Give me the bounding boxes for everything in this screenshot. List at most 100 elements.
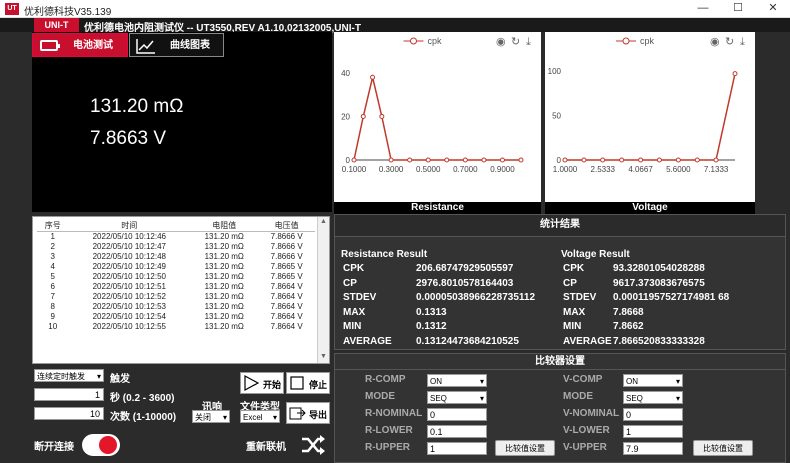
voltage-stat-value: 0.00011957527174981 68	[613, 292, 730, 303]
v-comp-label: V-COMP	[563, 374, 603, 385]
table-row[interactable]: 5 2022/05/10 10:12:50 131.20 mΩ 7.8665 V	[37, 272, 315, 282]
data-point	[425, 157, 431, 163]
table-row[interactable]: 3 2022/05/10 10:12:48 131.20 mΩ 7.8666 V	[37, 252, 315, 262]
table-cell: 2022/05/10 10:12:46	[92, 232, 166, 241]
table-cell: 5	[50, 272, 55, 281]
v-mode-select[interactable]: SEQ	[623, 391, 683, 405]
table-header-cell: 序号	[37, 221, 69, 232]
data-point	[675, 157, 681, 163]
table-row[interactable]: 9 2022/05/10 10:12:54 131.20 mΩ 7.8664 V	[37, 312, 315, 322]
r-compare-set-button[interactable]: 比较值设置	[495, 440, 555, 456]
measurement-table[interactable]: 序号 时间 电阻值 电压值 1 2022/05/10 10:12:46 131.20 mΩ…	[32, 216, 330, 364]
beep-select[interactable]: 关闭	[192, 410, 230, 424]
connection-bar: 断开连接 重新联机	[32, 430, 332, 463]
tab-battery-test[interactable]: 电池测试	[32, 33, 128, 57]
eye-icon[interactable]: ◉	[710, 36, 720, 48]
voltage-stat-value: 93.32801054028288	[613, 263, 705, 274]
table-cell: 7.8664 V	[270, 292, 303, 301]
voltage-stat-label: MAX	[563, 306, 586, 318]
window-title: 优利德科技V35.139	[24, 7, 112, 18]
voltage-reading: 7.8663 V	[90, 128, 167, 149]
resistance-stat-label: CPK	[343, 263, 365, 274]
legend-marker	[410, 37, 417, 45]
table-row[interactable]: 8 2022/05/10 10:12:53 131.20 mΩ 7.8664 V	[37, 302, 315, 312]
refresh-icon[interactable]: ↻	[511, 36, 520, 48]
table-cell: 9	[50, 312, 55, 321]
shuffle-reconnect-icon[interactable]	[300, 433, 326, 457]
series-line	[565, 73, 736, 161]
v-compare-set-button[interactable]: 比较值设置	[693, 440, 753, 456]
interval-input[interactable]: 1	[34, 388, 104, 401]
table-cell: 2022/05/10 10:12:50	[92, 272, 166, 281]
table-row[interactable]: 2 2022/05/10 10:12:47 131.20 mΩ 7.8666 V	[37, 242, 315, 252]
scroll-up-icon[interactable]: ▲	[320, 218, 327, 225]
table-header-cell: 电压值	[258, 221, 315, 232]
x-tick-label: 0.5000	[416, 165, 441, 174]
maximize-button[interactable]: ☐	[725, 0, 751, 18]
data-point	[379, 113, 385, 119]
count-input[interactable]: 10	[34, 407, 104, 420]
v-lower-input[interactable]: 1	[623, 425, 683, 438]
tab-curve-chart[interactable]: 曲线图表	[129, 33, 224, 57]
table-row[interactable]: 1 2022/05/10 10:12:46 131.20 mΩ 7.8666 V	[37, 232, 315, 243]
resistance-stat-value: 0.13124473684210525	[416, 335, 519, 347]
scroll-down-icon[interactable]: ▼	[320, 353, 327, 360]
start-label: 开始	[263, 380, 282, 390]
minimize-button[interactable]: —	[690, 0, 716, 18]
r-mode-label: MODE	[365, 391, 395, 402]
start-button[interactable]: 开始	[240, 372, 284, 394]
voltage-chart: cpk ◉ ↻ ⤓ 0 50 100 1.0000 2.5333 4.0667 5.6000 7.13…	[545, 32, 755, 202]
data-point	[694, 157, 700, 163]
data-point	[713, 157, 719, 163]
data-point	[351, 157, 357, 163]
r-nominal-input[interactable]: 0	[427, 408, 487, 421]
v-upper-input[interactable]: 7.9	[623, 442, 683, 455]
table-row[interactable]: 6 2022/05/10 10:12:51 131.20 mΩ 7.8664 V	[37, 282, 315, 292]
export-icon	[289, 407, 306, 420]
trigger-mode-select[interactable]: 连续定时触发	[34, 369, 104, 383]
r-upper-label: R-UPPER	[365, 442, 411, 453]
v-upper-label: V-UPPER	[563, 442, 607, 453]
resistance-stat-value: 0.1312	[416, 321, 447, 332]
table-row[interactable]: 7 2022/05/10 10:12:52 131.20 mΩ 7.8664 V	[37, 292, 315, 302]
close-button[interactable]: ✕	[760, 0, 786, 18]
table-cell: 7.8664 V	[270, 312, 303, 321]
table-cell: 131.20 mΩ	[204, 302, 244, 311]
v-nominal-input[interactable]: 0	[623, 408, 683, 421]
filetype-select[interactable]: Excel	[240, 410, 280, 424]
download-icon[interactable]: ⤓	[526, 36, 531, 48]
x-tick-label: 4.0667	[628, 165, 653, 174]
v-comp-select[interactable]: ON	[623, 374, 683, 388]
x-tick-label: 1.0000	[553, 165, 578, 174]
legend-marker	[622, 37, 630, 45]
tab-label: 电池测试	[73, 40, 113, 51]
x-tick-label: 7.1333	[704, 165, 729, 174]
r-upper-input[interactable]: 1	[427, 442, 487, 455]
table-cell: 131.20 mΩ	[204, 232, 244, 241]
r-lower-input[interactable]: 0.1	[427, 425, 487, 438]
connection-toggle[interactable]	[82, 434, 120, 456]
table-row[interactable]: 4 2022/05/10 10:12:49 131.20 mΩ 7.8665 V	[37, 262, 315, 272]
download-icon[interactable]: ⤓	[740, 36, 745, 48]
x-tick-label: 0.1000	[342, 165, 367, 174]
table-row[interactable]: 10 2022/05/10 10:12:55 131.20 mΩ 7.8664 V	[37, 322, 315, 332]
r-mode-select[interactable]: SEQ	[427, 391, 487, 405]
stop-icon	[290, 376, 304, 390]
table-cell: 2022/05/10 10:12:54	[92, 312, 166, 321]
data-point	[518, 157, 524, 163]
table-scrollbar[interactable]: ▲ ▼	[317, 217, 329, 363]
stop-button[interactable]: 停止	[286, 372, 330, 394]
eye-icon[interactable]: ◉	[496, 36, 506, 48]
export-button[interactable]: 导出	[286, 402, 330, 424]
app-icon: UT	[5, 3, 19, 15]
r-comp-select[interactable]: ON	[427, 374, 487, 388]
refresh-icon[interactable]: ↻	[725, 36, 734, 48]
table-cell: 131.20 mΩ	[204, 322, 244, 331]
data-point	[638, 157, 644, 163]
table-cell: 7.8665 V	[270, 262, 303, 271]
table-cell: 2022/05/10 10:12:55	[92, 322, 166, 331]
data-point	[481, 157, 487, 163]
v-lower-label: V-LOWER	[563, 425, 610, 436]
voltage-chart-caption: Voltage	[545, 202, 755, 214]
table-cell: 10	[48, 322, 58, 331]
